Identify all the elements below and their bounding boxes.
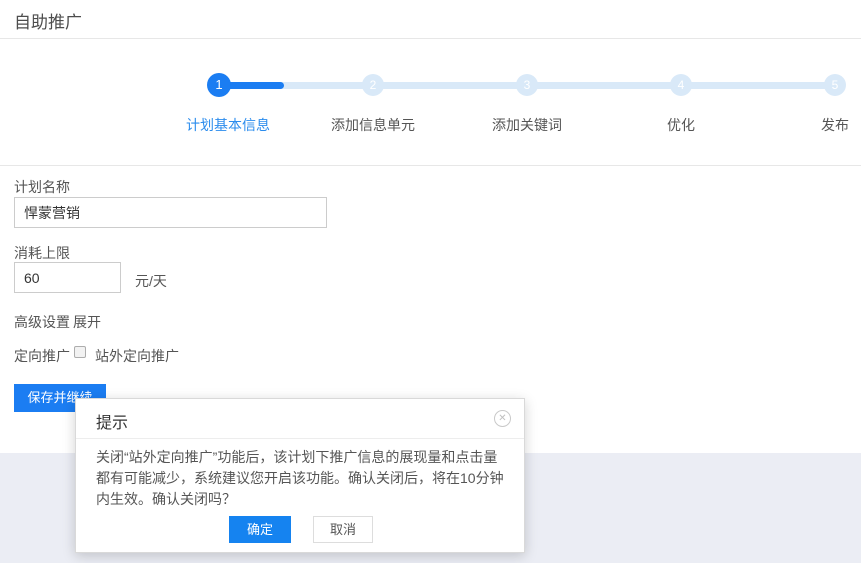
step-2-circle[interactable]: 2: [362, 74, 384, 96]
close-icon[interactable]: ✕: [494, 410, 511, 427]
advanced-settings-label: 高级设置: [14, 312, 70, 332]
step-3-circle[interactable]: 3: [516, 74, 538, 96]
confirm-button[interactable]: 确定: [229, 516, 291, 543]
dialog-message: 关闭“站外定向推广”功能后，该计划下推广信息的展现量和点击量都有可能减少，系统建…: [96, 447, 510, 510]
dialog-title: 提示: [96, 409, 128, 433]
plan-name-label: 计划名称: [14, 177, 70, 197]
budget-label: 消耗上限: [14, 243, 70, 263]
targeting-label: 定向推广: [14, 346, 70, 366]
stepper-divider: [0, 165, 861, 166]
step-4-circle[interactable]: 4: [670, 74, 692, 96]
budget-input[interactable]: [14, 262, 121, 293]
dialog-header-divider: [76, 438, 524, 439]
step-connector-3: [527, 82, 681, 89]
step-connector-2: [373, 82, 527, 89]
step-2-label[interactable]: 添加信息单元: [303, 115, 443, 135]
step-5-circle[interactable]: 5: [824, 74, 846, 96]
offsite-targeting-checkbox[interactable]: [74, 346, 86, 358]
step-1-circle[interactable]: 1: [207, 73, 231, 97]
advanced-expand-toggle[interactable]: 展开: [73, 312, 101, 332]
stepper: 1 2 3 4 5 计划基本信息 添加信息单元 添加关键词 优化 发布: [0, 60, 861, 140]
page-title: 自助推广: [14, 8, 82, 33]
step-connector-1: [219, 82, 373, 89]
header-divider: [0, 38, 861, 39]
plan-name-input[interactable]: [14, 197, 327, 228]
cancel-button[interactable]: 取消: [313, 516, 373, 543]
step-3-label[interactable]: 添加关键词: [457, 115, 597, 135]
step-5-label[interactable]: 发布: [765, 115, 861, 135]
page: 自助推广 1 2 3 4 5 计划基本信息 添加信息单元 添加关键词 优化 发布…: [0, 0, 861, 563]
step-connector-4: [681, 82, 835, 89]
step-1-label[interactable]: 计划基本信息: [158, 115, 298, 135]
budget-unit-label: 元/天: [135, 271, 167, 291]
confirm-dialog: 提示 ✕ 关闭“站外定向推广”功能后，该计划下推广信息的展现量和点击量都有可能减…: [75, 398, 525, 553]
offsite-targeting-checkbox-label[interactable]: 站外定向推广: [95, 346, 179, 366]
step-4-label[interactable]: 优化: [611, 115, 751, 135]
